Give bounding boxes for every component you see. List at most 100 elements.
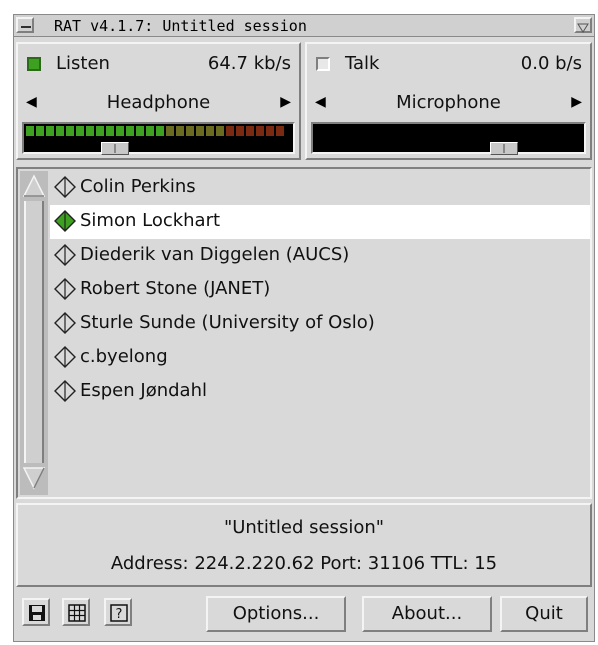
participant-diamond-icon xyxy=(54,244,76,266)
level-led xyxy=(405,126,413,136)
level-led xyxy=(315,126,323,136)
level-led xyxy=(435,126,443,136)
listen-label: Listen xyxy=(56,53,110,74)
level-led xyxy=(186,126,194,136)
participant-list: Colin Perkins Simon Lockhart Diederik van … xyxy=(16,167,592,499)
level-led xyxy=(116,126,124,136)
level-led xyxy=(136,126,144,136)
level-led xyxy=(455,126,463,136)
level-led xyxy=(325,126,333,136)
scroll-down-icon xyxy=(22,467,46,490)
participant-diamond-icon xyxy=(54,176,76,198)
participant-diamond-icon xyxy=(54,278,76,300)
rat-window: RAT v4.1.7: Untitled session Listen 64.7… xyxy=(13,14,595,642)
button-bar: ? Options... About... Quit xyxy=(16,591,592,637)
participant-item[interactable]: c.byelong xyxy=(50,341,590,375)
output-volume-slider[interactable] xyxy=(101,142,129,155)
level-led xyxy=(226,126,234,136)
participant-item[interactable]: Espen Jøndahl xyxy=(50,375,590,409)
collapse-button[interactable] xyxy=(574,17,592,33)
level-led xyxy=(266,126,274,136)
input-level-leds xyxy=(315,126,573,136)
scroll-up-icon xyxy=(22,174,46,197)
level-led xyxy=(106,126,114,136)
level-led xyxy=(126,126,134,136)
level-led xyxy=(36,126,44,136)
level-led xyxy=(515,126,523,136)
participant-name: c.byelong xyxy=(80,346,168,367)
level-led xyxy=(176,126,184,136)
participant-item[interactable]: Robert Stone (JANET) xyxy=(50,273,590,307)
listen-toggle[interactable] xyxy=(27,57,41,71)
level-led xyxy=(146,126,154,136)
window-menu-button[interactable] xyxy=(16,17,34,33)
level-led xyxy=(96,126,104,136)
next-input-device-icon[interactable]: ▶ xyxy=(571,94,582,110)
scroll-up-button[interactable] xyxy=(22,173,46,199)
output-device: Headphone xyxy=(106,92,211,113)
level-led xyxy=(525,126,533,136)
participant-name: Robert Stone (JANET) xyxy=(80,278,271,299)
scroll-thumb[interactable] xyxy=(24,201,44,463)
title-bar[interactable]: RAT v4.1.7: Untitled session xyxy=(14,15,594,37)
participant-name: Espen Jøndahl xyxy=(80,380,207,401)
help-question-icon: ? xyxy=(110,604,128,622)
level-led xyxy=(236,126,244,136)
level-led xyxy=(76,126,84,136)
level-led xyxy=(206,126,214,136)
participant-item[interactable]: Colin Perkins xyxy=(50,171,590,205)
level-led xyxy=(445,126,453,136)
triangle-down-icon xyxy=(577,23,589,33)
svg-text:?: ? xyxy=(116,607,123,622)
talk-label: Talk xyxy=(345,53,380,74)
input-gain-slider[interactable] xyxy=(490,142,518,155)
level-led xyxy=(545,126,553,136)
talk-toggle[interactable] xyxy=(316,57,330,71)
level-led xyxy=(385,126,393,136)
grid-icon xyxy=(68,604,86,622)
participant-name: Diederik van Diggelen (AUCS) xyxy=(80,244,350,265)
session-info: "Untitled session" Address: 224.2.220.62… xyxy=(16,503,592,587)
level-led xyxy=(56,126,64,136)
participant-scrollbar[interactable] xyxy=(20,171,48,495)
level-led xyxy=(166,126,174,136)
level-led xyxy=(355,126,363,136)
level-led xyxy=(86,126,94,136)
participant-diamond-icon xyxy=(54,380,76,402)
participant-item[interactable]: Simon Lockhart xyxy=(50,205,590,239)
participant-item[interactable]: Diederik van Diggelen (AUCS) xyxy=(50,239,590,273)
level-led xyxy=(425,126,433,136)
session-title: "Untitled session" xyxy=(223,517,385,538)
level-led xyxy=(276,126,284,136)
listen-panel: Listen 64.7 kb/s ◀ Headphone ▶ xyxy=(16,42,301,160)
level-led xyxy=(535,126,543,136)
level-led xyxy=(505,126,513,136)
level-led xyxy=(196,126,204,136)
participant-name: Simon Lockhart xyxy=(80,210,221,231)
level-led xyxy=(465,126,473,136)
level-led xyxy=(495,126,503,136)
level-led xyxy=(485,126,493,136)
session-address: Address: 224.2.220.62 Port: 31106 TTL: 1… xyxy=(110,553,498,574)
level-led xyxy=(345,126,353,136)
participant-diamond-icon xyxy=(54,210,76,232)
scroll-down-button[interactable] xyxy=(22,465,46,491)
grid-button[interactable] xyxy=(62,598,90,626)
talk-rate: 0.0 b/s xyxy=(520,53,582,74)
help-button[interactable]: ? xyxy=(104,598,132,626)
level-led xyxy=(475,126,483,136)
options-button[interactable]: Options... xyxy=(206,596,346,632)
about-button[interactable]: About... xyxy=(362,596,492,632)
level-led xyxy=(26,126,34,136)
input-level-meter xyxy=(311,122,586,155)
level-led xyxy=(335,126,343,136)
level-led xyxy=(415,126,423,136)
next-output-device-icon[interactable]: ▶ xyxy=(280,94,291,110)
quit-button[interactable]: Quit xyxy=(500,596,588,632)
save-settings-button[interactable] xyxy=(22,598,50,626)
participant-diamond-icon xyxy=(54,312,76,334)
participant-name: Colin Perkins xyxy=(80,176,196,197)
level-led xyxy=(46,126,54,136)
participant-item[interactable]: Sturle Sunde (University of Oslo) xyxy=(50,307,590,341)
output-level-leds xyxy=(26,126,284,136)
